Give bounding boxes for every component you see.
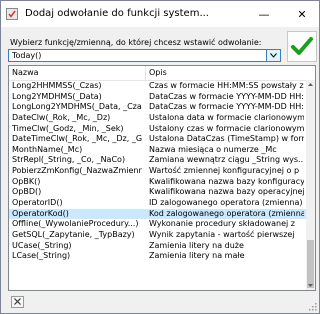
app-settings-icon	[6, 8, 18, 20]
cell-description: Zamienia litery na duże	[149, 240, 244, 250]
table-row[interactable]: Long2HHMMSS(_Czas) Czas w formacie HH:MM:…	[9, 81, 306, 92]
cell-name: OperatorID()	[12, 198, 63, 208]
cell-description: Kod zalogowanego operatora (zmienna)	[149, 208, 304, 218]
table-row[interactable]: LongLong2YMDHMS(_Data, _Czas) DataCzas w …	[9, 102, 306, 113]
table-row[interactable]: GetSQL(_Zapytanie, _TypBazy) Wynik zapyta…	[9, 230, 306, 241]
cell-name: Offline(_WywolanieProcedury...)	[12, 219, 139, 229]
cell-description: Kwalifikowana nazwa bazy konfiguracy	[149, 176, 304, 186]
table-row[interactable]: OpBK() Kwalifikowana nazwa bazy konfigura…	[9, 177, 306, 188]
scroll-up-icon[interactable]	[306, 80, 315, 89]
table-row[interactable]: OperatorID() ID zalogowanego operatora (z…	[9, 198, 306, 209]
cell-description: ID zalogowanego operatora (zmienna)	[149, 198, 303, 208]
cell-description: Wartość zmiennej konfiguracyjnej o p	[149, 166, 300, 176]
table-row[interactable]: OpBD() Kwalifikowana nazwa bazy operacyjn…	[9, 187, 306, 198]
green-checkmark-icon	[291, 36, 313, 58]
cell-description: Wykonanie procedury składowanej z	[149, 219, 295, 229]
table-row[interactable]: MonthName(_Mc) Nazwa miesiąca o numerze _…	[9, 145, 306, 156]
chevron-down-icon[interactable]	[266, 50, 280, 61]
table-row[interactable]: TimeClw(_Godz, _Min, _Sek) Ustalony czas …	[9, 124, 306, 135]
prompt-label: Wybierz funkcję/zmienną, do której chces…	[10, 38, 262, 47]
table-row[interactable]: Offline(_WywolanieProcedury...) Wykonanie…	[9, 219, 306, 230]
column-header-description[interactable]: Opis	[149, 68, 167, 77]
table-row[interactable]: LCase(_String) Zamienia litery na małe	[9, 251, 306, 262]
cell-description: Ustalony czas w formacie clarionowym	[149, 123, 304, 133]
vertical-scrollbar[interactable]	[306, 80, 315, 290]
ok-button[interactable]	[287, 31, 317, 62]
cell-description: Wynik zapytania - wartość pierwszej	[149, 229, 295, 239]
function-grid[interactable]: Nazwa Opis Long2HHMMSS(_Czas) Czas w form…	[8, 65, 316, 291]
close-icon: ✕	[297, 7, 307, 21]
table-row[interactable]: OperatorKod() Kod zalogowanego operatora …	[9, 208, 306, 220]
small-x-icon	[14, 297, 21, 307]
cell-name: OperatorKod()	[12, 208, 69, 218]
column-header-name[interactable]: Nazwa	[12, 68, 39, 77]
cell-description: DataCzas w formacie YYYY-MM-DD HH:M	[149, 91, 304, 101]
cell-description: Zamienia litery na małe	[149, 251, 245, 261]
cell-name: LongLong2YMDHMS(_Data, _Czas)	[12, 102, 142, 112]
table-row[interactable]: UCase(_String) Zamienia litery na duże	[9, 241, 306, 252]
minimize-icon: —	[258, 7, 270, 21]
cell-description: Ustalona data w formacie clarionowym	[149, 112, 304, 122]
function-combobox[interactable]: Today()	[8, 49, 281, 62]
cell-name: DateTimeClw(_Rok, _Mc, _Dz, _Godz)	[12, 134, 142, 144]
cell-name: TimeClw(_Godz, _Min, _Sek)	[12, 123, 124, 133]
resize-grip-icon[interactable]	[309, 303, 317, 311]
title-bar[interactable]: Dodaj odwołanie do funkcji system... — ✕	[1, 1, 319, 27]
cell-name: PobierzZmKonfig(_NazwaZmiennej)	[12, 166, 142, 176]
table-row[interactable]: Long2YMDHMS(_Data) DataCzas w formacie YY…	[9, 92, 306, 103]
close-button[interactable]: ✕	[287, 1, 317, 27]
cell-name: MonthName(_Mc)	[12, 144, 83, 154]
table-row[interactable]: PobierzZmKonfig(_NazwaZmiennej) Wartość z…	[9, 166, 306, 177]
cell-description: Zamiana wewnątrz ciągu _String wys...	[149, 155, 304, 165]
table-row[interactable]: DateClw(_Rok, _Mc, _Dz) Ustalona data w f…	[9, 113, 306, 124]
cell-description: DataCzas w formacie YYYY-MM-DD HH:M	[149, 102, 304, 112]
grid-rows: Long2HHMMSS(_Czas) Czas w formacie HH:MM:…	[9, 81, 306, 262]
window-title: Dodaj odwołanie do funkcji system...	[25, 8, 209, 19]
cell-description: Czas w formacie HH:MM:SS powstały z	[149, 81, 304, 90]
dialog-window: Dodaj odwołanie do funkcji system... — ✕…	[0, 0, 320, 314]
column-separator[interactable]	[145, 66, 146, 80]
minimize-button[interactable]: —	[249, 1, 279, 27]
scroll-down-icon[interactable]	[306, 281, 315, 290]
cell-name: Long2HHMMSS(_Czas)	[12, 81, 102, 90]
cell-name: UCase(_String)	[12, 240, 72, 250]
cell-description: Ustalona DataCzas (TimeStamp) w form	[149, 134, 304, 144]
cell-name: Long2YMDHMS(_Data)	[12, 91, 102, 101]
cell-name: OpBK()	[12, 176, 41, 186]
cell-name: OpBD()	[12, 187, 42, 197]
grid-header: Nazwa Opis	[9, 66, 315, 81]
clear-filter-button[interactable]	[11, 296, 24, 308]
cell-description: Kwalifikowana nazwa bazy operacyjnej	[149, 187, 304, 197]
cell-description: Nazwa miesiąca o numerze _Mc	[149, 144, 277, 154]
table-row[interactable]: StrRepl(_String, _Co, _NaCo) Zamiana wewn…	[9, 155, 306, 166]
combobox-value: Today()	[12, 51, 42, 60]
cell-name: StrRepl(_String, _Co, _NaCo)	[12, 155, 126, 165]
table-row[interactable]: DateTimeClw(_Rok, _Mc, _Dz, _Godz) Ustalo…	[9, 134, 306, 145]
cell-name: DateClw(_Rok, _Mc, _Dz)	[12, 112, 111, 122]
cell-name: LCase(_String)	[12, 251, 71, 261]
cell-name: GetSQL(_Zapytanie, _TypBazy)	[12, 229, 135, 239]
